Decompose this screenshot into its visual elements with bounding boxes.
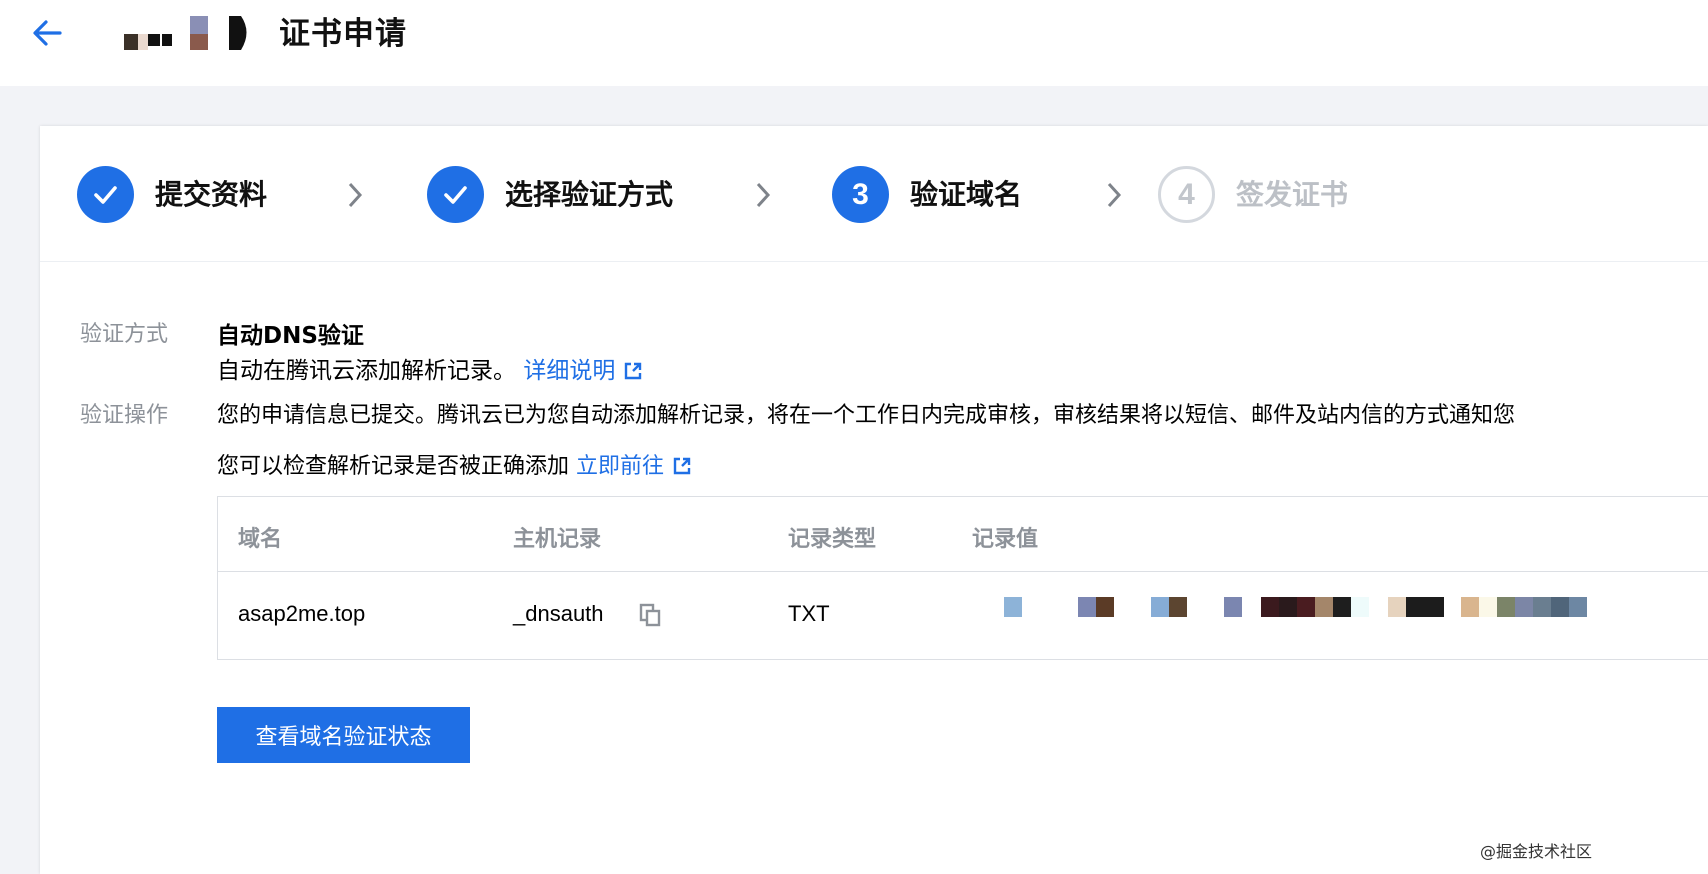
go-now-link-text[interactable]: 立即前往: [576, 454, 664, 479]
external-link-icon[interactable]: [623, 361, 643, 381]
steps-bar: 提交资料 选择验证方式 3 验证域名 4 签发证书: [40, 126, 1708, 262]
verify-method-title: 自动DNS验证: [217, 323, 364, 349]
main-card: 提交资料 选择验证方式 3 验证域名 4 签发证书 验证方式 自动DNS验证 自…: [40, 126, 1708, 874]
step-label: 提交资料: [155, 178, 268, 211]
verify-method-label: 验证方式: [80, 322, 169, 347]
submitted-message: 您的申请信息已提交。腾讯云已为您自动添加解析记录，将在一个工作日内完成审核，审核…: [217, 403, 1516, 428]
step-submit-info: 提交资料: [77, 166, 307, 224]
step-number: 4: [1158, 166, 1215, 223]
check-records-text: 您可以检查解析记录是否被正确添加: [217, 454, 570, 479]
step-choose-method: 选择验证方式: [427, 166, 707, 224]
step-verify-domain: 3 验证域名: [832, 166, 1062, 224]
step-number: 3: [832, 166, 889, 223]
step-done-indicator: [427, 166, 484, 223]
chevron-right-icon: [756, 182, 771, 208]
column-header-value: 记录值: [972, 527, 1039, 552]
details-link[interactable]: 详细说明: [523, 358, 643, 384]
column-header-type: 记录类型: [788, 527, 877, 552]
arrow-left-icon[interactable]: [30, 16, 64, 50]
check-records-line: 您可以检查解析记录是否被正确添加 立即前往: [217, 448, 692, 480]
check-icon: [444, 186, 467, 204]
description-text: 自动在腾讯云添加解析记录。: [217, 358, 516, 384]
chevron-right-icon: [348, 182, 363, 208]
go-now-link[interactable]: 立即前往: [576, 454, 692, 479]
step-label: 签发证书: [1236, 178, 1349, 211]
column-header-host: 主机记录: [513, 527, 602, 552]
chevron-right-icon: [1107, 182, 1122, 208]
page-title: 证书申请: [279, 16, 407, 52]
copy-icon[interactable]: [639, 603, 661, 627]
table-header: 域名 主机记录 记录类型 记录值: [218, 497, 1708, 572]
top-bar: 证书申请: [0, 0, 1708, 86]
step-label: 选择验证方式: [505, 178, 674, 211]
verify-action-label: 验证操作: [80, 403, 169, 428]
cell-type: TXT: [788, 601, 830, 626]
watermark: @掘金技术社区: [1480, 842, 1593, 861]
check-verification-status-button[interactable]: 查看域名验证状态: [217, 707, 470, 763]
obscured-record-value: [988, 597, 1708, 617]
step-label: 验证域名: [910, 178, 1023, 211]
details-link-text[interactable]: 详细说明: [523, 358, 615, 384]
external-link-icon[interactable]: [672, 456, 692, 476]
step-issue-cert: 4 签发证书: [1158, 166, 1388, 224]
step-done-indicator: [77, 166, 134, 223]
column-header-domain: 域名: [238, 527, 283, 552]
cell-host: _dnsauth: [513, 601, 604, 626]
verify-method-description: 自动在腾讯云添加解析记录。 详细说明: [217, 351, 643, 385]
cell-domain: asap2me.top: [238, 601, 366, 626]
dns-record-table: 域名 主机记录 记录类型 记录值 asap2me.top _dnsauth TX…: [217, 496, 1708, 660]
check-icon: [94, 186, 117, 204]
obscured-title-prefix: [124, 16, 247, 50]
